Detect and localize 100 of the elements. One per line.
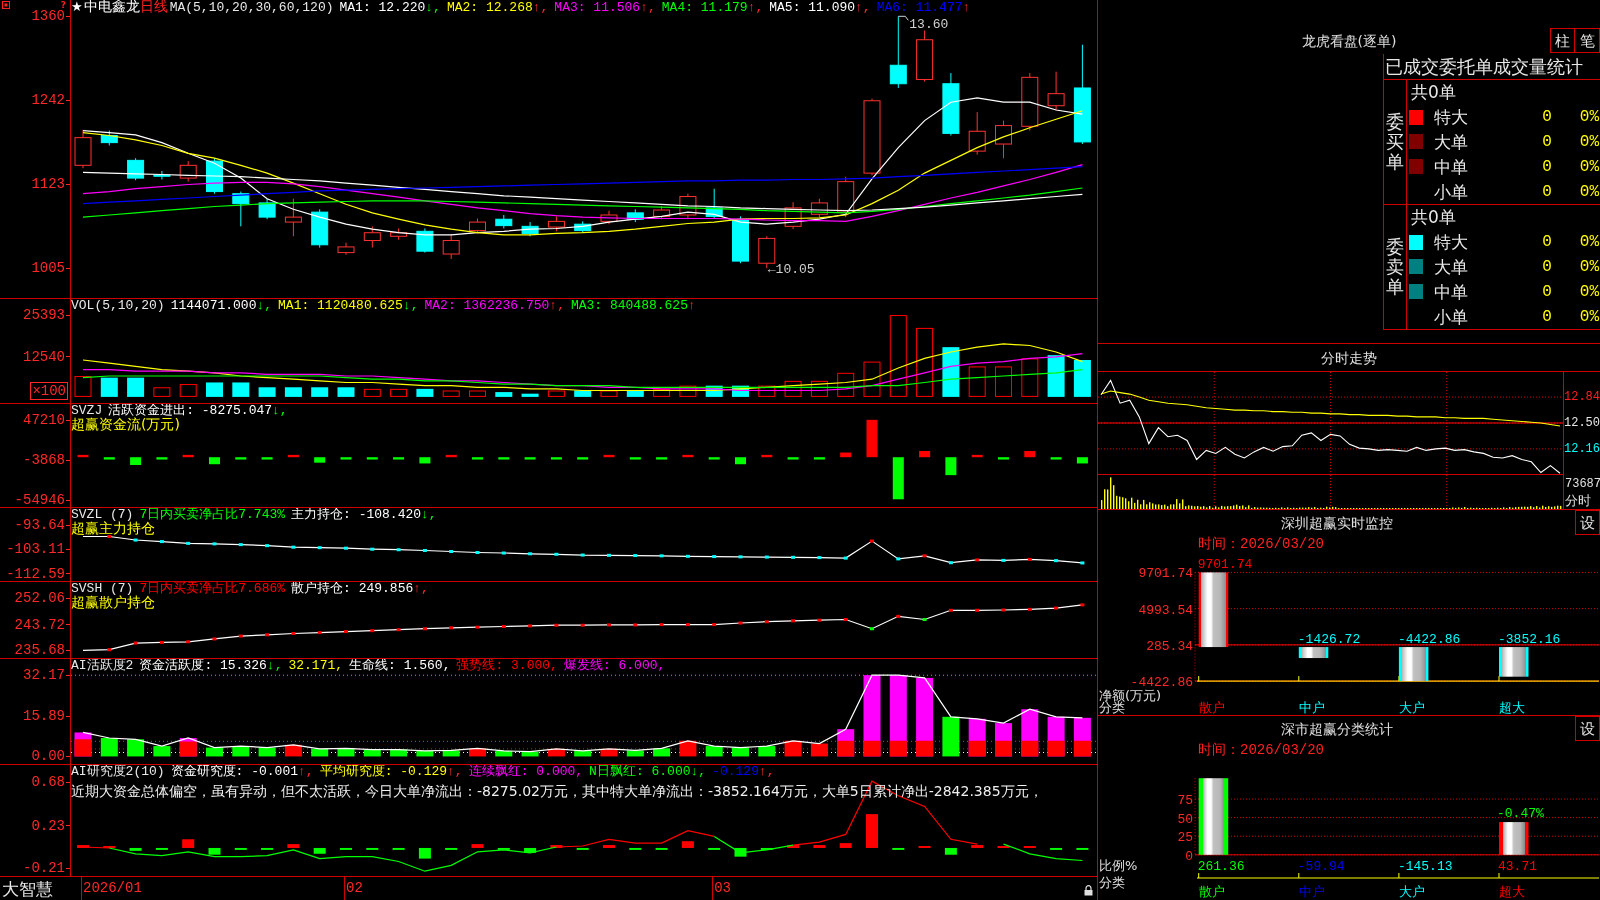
- trend-arrow: ↓,: [402, 299, 419, 313]
- volume-bar: [100, 377, 118, 397]
- volume-bar: [679, 385, 697, 397]
- volume-bar: [206, 382, 223, 397]
- candlestick: [153, 170, 171, 180]
- volume-bar: [732, 385, 749, 397]
- research-bar: [866, 814, 878, 848]
- data-point: [712, 623, 717, 627]
- axis-title: 净额(万元): [1099, 688, 1162, 703]
- data-point: [528, 624, 533, 628]
- price-annotation: 13.60: [909, 17, 949, 33]
- window-icon[interactable]: [2, 1, 10, 9]
- trend-arrow: ↓,: [272, 404, 288, 418]
- axis-label: 25: [1177, 830, 1193, 846]
- data-point: [159, 540, 164, 544]
- section-title: 深市超赢分类统计: [1280, 720, 1393, 737]
- favorite-label: ★: [71, 0, 83, 14]
- volume-bar: [179, 384, 197, 397]
- flow-bar: [892, 457, 904, 500]
- indicator-reading: 7日内买卖净占比7.686%: [139, 582, 286, 596]
- candlestick: [837, 176, 855, 218]
- candlestick: [574, 220, 592, 234]
- help-mark[interactable]: ?: [60, 1, 66, 10]
- research-bar: [708, 847, 721, 850]
- data-point: [107, 648, 112, 652]
- data-label: 9701.74: [1197, 557, 1253, 573]
- data-point: [317, 631, 322, 635]
- flow-bar: [287, 454, 299, 458]
- activity-bar: [469, 748, 486, 757]
- activity-bar: [74, 739, 92, 757]
- candlestick: [390, 227, 408, 241]
- data-point: [475, 551, 480, 554]
- order-size-label: 特大: [1434, 107, 1468, 128]
- data-point: [948, 608, 953, 612]
- candlestick: [626, 208, 644, 223]
- axis-label: 25393: [23, 308, 65, 323]
- amount-label: 43.71: [1498, 859, 1537, 874]
- volume-bar: [547, 390, 565, 397]
- research-bar: [129, 847, 142, 851]
- volume-bar: [758, 385, 776, 397]
- candlestick: [311, 208, 329, 249]
- amount-label: -145.13: [1397, 859, 1453, 874]
- data-point: [870, 539, 874, 543]
- volume-bar: [916, 327, 934, 397]
- date-label: 2026/01: [83, 880, 142, 897]
- data-point: [449, 550, 454, 553]
- data-point: [922, 554, 927, 558]
- data-point: [580, 553, 585, 557]
- unit-label: 分时: [1565, 494, 1591, 508]
- section-title: 分时走势: [1321, 349, 1377, 366]
- date-label: 02: [346, 880, 363, 897]
- data-point: [370, 629, 375, 633]
- order-percent: 0%: [1579, 107, 1599, 128]
- activity-bar: [679, 740, 697, 757]
- settings-button[interactable]: 设: [1575, 716, 1600, 741]
- order-percent: 0%: [1579, 132, 1599, 152]
- activity-bar: [232, 746, 250, 757]
- settings-button[interactable]: 设: [1575, 510, 1600, 535]
- data-point: [896, 614, 901, 618]
- volume-bar: [337, 387, 355, 397]
- flow-bar: [550, 457, 562, 460]
- view-mode-button[interactable]: 柱: [1550, 28, 1575, 53]
- lock-icon[interactable]: [1084, 885, 1093, 896]
- flow-bar: [945, 457, 957, 476]
- activity-bar: [127, 739, 145, 757]
- data-point: [580, 623, 585, 627]
- order-count: 0: [1542, 156, 1552, 177]
- flow-bar: [498, 457, 510, 460]
- candlestick: [469, 218, 486, 234]
- order-total: 共0单: [1411, 207, 1456, 228]
- data-point: [633, 623, 638, 627]
- trend-arrow: ↑,: [758, 765, 775, 779]
- activity-bar: [942, 716, 960, 757]
- indicator-name: SVSH (7): [71, 582, 134, 596]
- amount-label: 261.36: [1197, 859, 1245, 874]
- indicator-reading: MA6: 11.477: [876, 1, 963, 15]
- period-label: 日线: [139, 0, 168, 14]
- order-size-label: 大单: [1434, 257, 1468, 277]
- volume-bar: [942, 347, 960, 397]
- activity-bar: [206, 747, 223, 757]
- research-bar: [550, 845, 563, 848]
- data-point: [370, 547, 375, 551]
- activity-bar: [705, 746, 723, 757]
- research-bar: [813, 845, 826, 848]
- view-mode-button[interactable]: 笔: [1575, 28, 1600, 53]
- data-point: [501, 551, 506, 555]
- data-point: [344, 546, 348, 550]
- axis-label: 47210: [23, 413, 65, 428]
- axis-label: 1123: [31, 177, 65, 192]
- data-point: [738, 621, 743, 625]
- data-point: [764, 620, 769, 624]
- order-count: 0: [1542, 257, 1552, 277]
- axis-label: 12.50: [1564, 416, 1600, 430]
- order-total: 共0单: [1411, 82, 1456, 103]
- activity-bar: [311, 748, 329, 757]
- research-bar: [1076, 847, 1089, 850]
- research-bar: [603, 845, 615, 848]
- data-point: [659, 623, 664, 627]
- volume-bar: [469, 390, 486, 397]
- flow-bar: [156, 457, 168, 460]
